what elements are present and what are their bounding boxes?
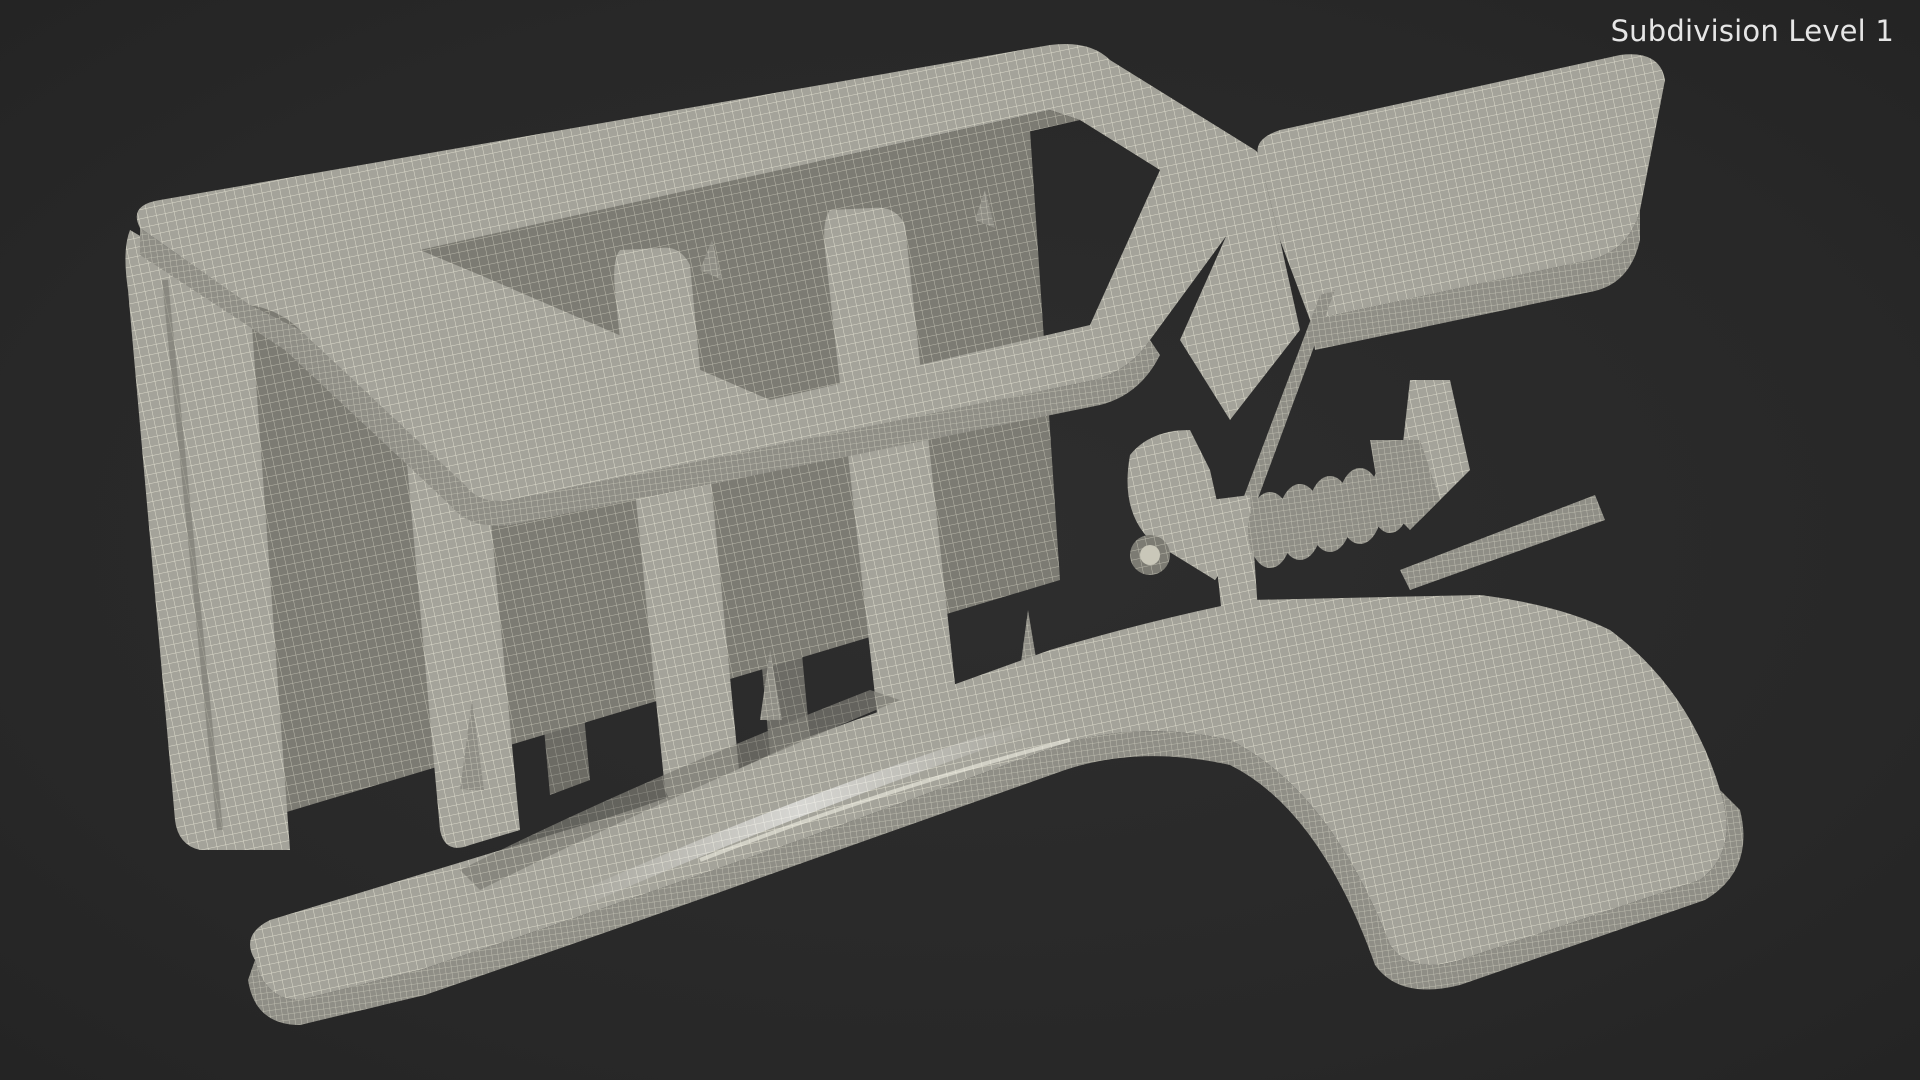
- wireframe-model: [125, 44, 1744, 1025]
- spring: [1248, 463, 1410, 568]
- 3d-viewport[interactable]: Subdivision Level 1: [0, 0, 1920, 1080]
